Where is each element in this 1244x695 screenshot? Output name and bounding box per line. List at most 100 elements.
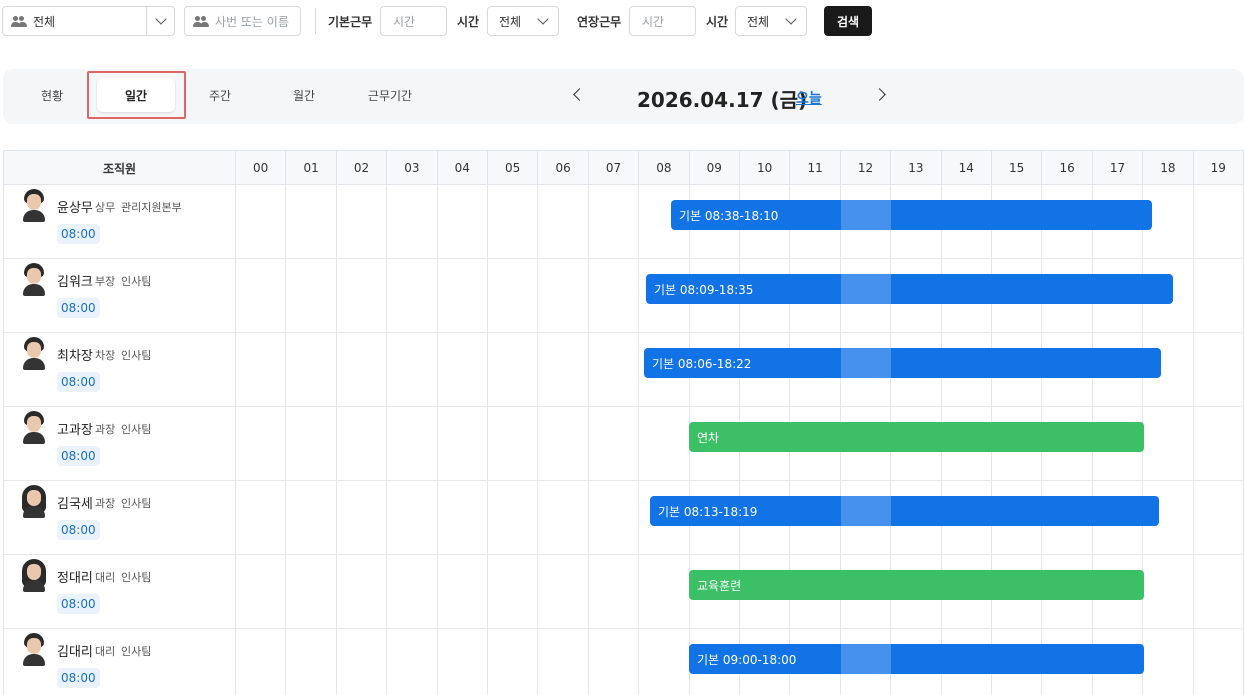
member-rank: 대리: [95, 645, 116, 658]
basic-select[interactable]: 전체: [487, 6, 559, 36]
leave-bar[interactable]: 교육훈련: [689, 570, 1144, 600]
lunch-break-segment: [841, 200, 891, 230]
avatar: [20, 633, 48, 667]
hour-header: 10: [740, 151, 791, 185]
member-name: 최차장: [57, 349, 93, 364]
basic-time-input[interactable]: 시간: [380, 6, 447, 36]
overtime-time-label: 시간: [706, 15, 729, 29]
work-bar[interactable]: 기본 09:00-18:00: [689, 644, 1144, 674]
overtime-select-value: 전체: [747, 14, 770, 29]
tab-weekly[interactable]: 주간: [191, 78, 249, 112]
table-row: 정대리 대리 인사팀 08:00 교육훈련: [4, 555, 1244, 629]
basic-select-value: 전체: [499, 14, 522, 29]
tab-monthly[interactable]: 월간: [275, 78, 333, 112]
lunch-break-segment: [841, 644, 891, 674]
avatar: [20, 337, 48, 371]
bar-label: 기본 08:38-18:10: [679, 208, 779, 223]
member-rank: 차장: [95, 349, 116, 362]
member-rank: 과장: [95, 497, 116, 510]
hour-header: 14: [942, 151, 992, 185]
work-time-badge: 08:00: [57, 594, 100, 614]
hour-header: 09: [690, 151, 740, 185]
work-bar[interactable]: 기본 08:09-18:35: [646, 274, 1173, 304]
leave-bar[interactable]: 연차: [689, 422, 1144, 452]
member-cell[interactable]: 김대리 대리 인사팀 08:00: [4, 629, 236, 695]
member-column-header: 조직원: [4, 151, 236, 185]
member-cell[interactable]: 정대리 대리 인사팀 08:00: [4, 555, 236, 628]
current-date: 2026.04.17 (금): [637, 88, 808, 112]
avatar: [20, 485, 48, 519]
member-name: 김대리: [57, 645, 93, 660]
member-name: 윤상무: [57, 201, 93, 216]
hour-header: 15: [992, 151, 1043, 185]
member-cell[interactable]: 김워크 부장 인사팀 08:00: [4, 259, 236, 332]
hour-header: 19: [1194, 151, 1244, 185]
org-select[interactable]: 전체: [2, 6, 175, 36]
hour-header: 13: [891, 151, 942, 185]
member-dept: 인사팀: [121, 349, 152, 362]
name-search-input[interactable]: 사번 또는 이름: [184, 6, 301, 36]
hour-header: 17: [1093, 151, 1144, 185]
hour-header: 00: [236, 151, 287, 185]
lunch-break-segment: [841, 348, 891, 378]
tab-work-period[interactable]: 근무기간: [353, 78, 427, 112]
hour-header: 08: [639, 151, 690, 185]
bar-label: 기본 08:09-18:35: [654, 282, 754, 297]
bar-label: 기본 08:06-18:22: [652, 356, 752, 371]
hour-header: 18: [1143, 151, 1194, 185]
search-button[interactable]: 검색: [824, 6, 872, 36]
member-cell[interactable]: 고과장 과장 인사팀 08:00: [4, 407, 236, 480]
table-row: 김워크 부장 인사팀 08:00 기본 08:09-18:35: [4, 259, 1244, 333]
lunch-break-segment: [841, 274, 891, 304]
timeline-header: 조직원 00 01 02 03 04 05 06 07 08 09 10 11 12 13 14 15 16 17…: [4, 151, 1244, 185]
basic-work-label: 기본근무: [328, 15, 373, 29]
table-row: 김국세 과장 인사팀 08:00 기본 08:13-18:19: [4, 481, 1244, 555]
avatar: [20, 263, 48, 297]
tab-status[interactable]: 현황: [23, 78, 81, 112]
work-time-badge: 08:00: [57, 298, 100, 318]
hour-header: 16: [1042, 151, 1093, 185]
view-tab-strip: 현황 일간 주간 월간 근무기간: [3, 69, 1244, 124]
avatar: [20, 559, 48, 593]
overtime-select[interactable]: 전체: [735, 6, 807, 36]
work-time-badge: 08:00: [57, 372, 100, 392]
table-row: 고과장 과장 인사팀 08:00 연차: [4, 407, 1244, 481]
overtime-time-input[interactable]: 시간: [629, 6, 696, 36]
member-name: 김워크: [57, 275, 93, 290]
work-bar[interactable]: 기본 08:38-18:10: [671, 200, 1152, 230]
member-dept: 관리지원본부: [121, 201, 182, 214]
bar-label: 기본 09:00-18:00: [697, 652, 797, 667]
bar-label: 교육훈련: [697, 578, 742, 593]
people-icon: [11, 16, 27, 28]
chevron-down-icon: [155, 13, 167, 25]
daily-timeline: 조직원 00 01 02 03 04 05 06 07 08 09 10 11 12 13 14 15 16 17…: [3, 150, 1244, 695]
member-cell[interactable]: 김국세 과장 인사팀 08:00: [4, 481, 236, 554]
overtime-time-placeholder: 시간: [642, 14, 665, 29]
today-link[interactable]: 오늘: [796, 88, 822, 108]
chevron-down-icon: [537, 13, 549, 25]
hour-header: 11: [790, 151, 841, 185]
member-name: 고과장: [57, 423, 93, 438]
hour-header: 03: [387, 151, 438, 185]
work-time-badge: 08:00: [57, 446, 100, 466]
basic-time-placeholder: 시간: [393, 14, 416, 29]
work-bar[interactable]: 기본 08:13-18:19: [650, 496, 1159, 526]
member-cell[interactable]: 윤상무 상무 관리지원본부 08:00: [4, 185, 236, 258]
hour-header: 01: [286, 151, 337, 185]
lunch-break-segment: [841, 496, 891, 526]
work-time-badge: 08:00: [57, 520, 100, 540]
table-row: 김대리 대리 인사팀 08:00 기본 09:00-18:00: [4, 629, 1244, 695]
work-time-badge: 08:00: [57, 224, 100, 244]
member-cell[interactable]: 최차장 차장 인사팀 08:00: [4, 333, 236, 406]
member-rank: 과장: [95, 423, 116, 436]
work-bar[interactable]: 기본 08:06-18:22: [644, 348, 1161, 378]
tab-daily[interactable]: 일간: [97, 78, 175, 112]
hour-header: 05: [488, 151, 539, 185]
overtime-label: 연장근무: [577, 15, 622, 29]
bar-label: 기본 08:13-18:19: [658, 504, 758, 519]
member-name: 정대리: [57, 571, 93, 586]
bar-label: 연차: [697, 430, 720, 445]
table-row: 최차장 차장 인사팀 08:00 기본 08:06-18:22: [4, 333, 1244, 407]
hour-header: 07: [589, 151, 640, 185]
org-select-value: 전체: [33, 14, 56, 29]
